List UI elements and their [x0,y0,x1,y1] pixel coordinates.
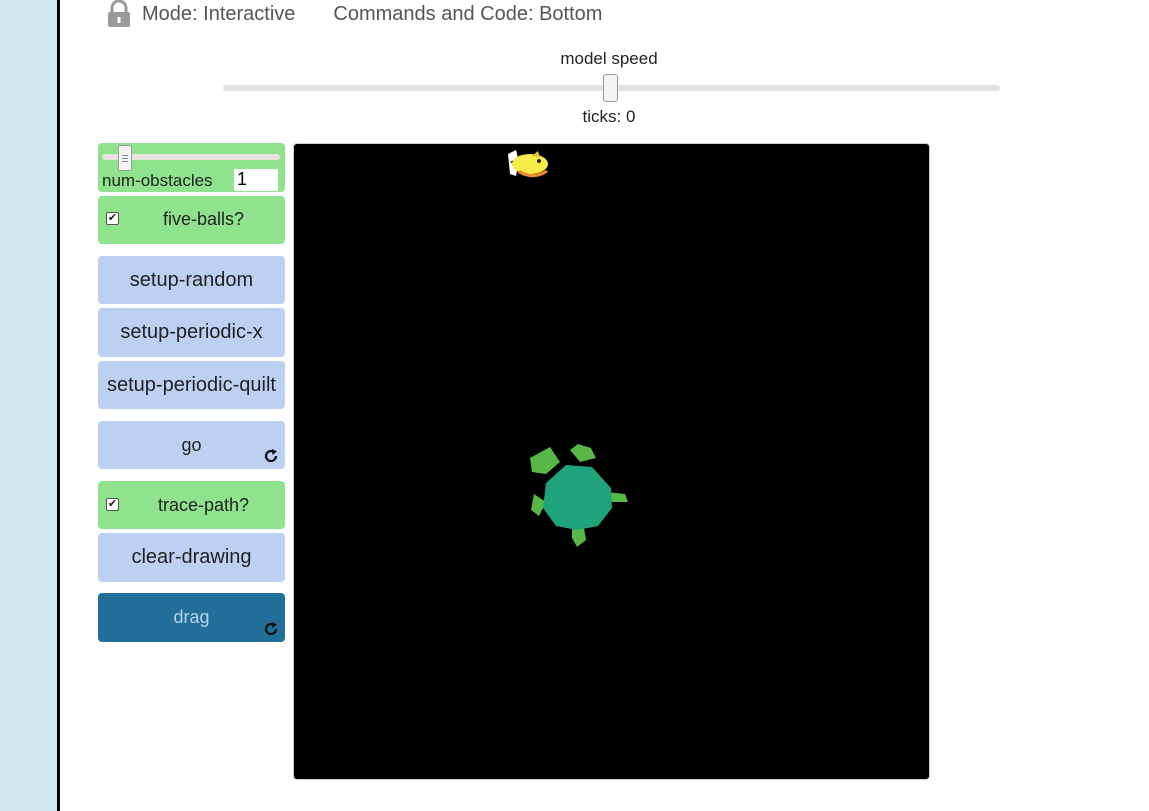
forever-icon [264,622,278,636]
drag-button[interactable]: drag [98,593,285,642]
world-canvas[interactable] [294,144,929,779]
left-panel-border [57,0,60,811]
setup-periodic-quilt-button[interactable]: setup-periodic-quilt [98,361,285,409]
num-obstacles-slider[interactable]: num-obstacles 1 [98,143,285,192]
toolbar: Mode: Interactive Commands and Code: Bot… [106,0,602,28]
clear-drawing-label: clear-drawing [131,546,252,568]
commands-position-label[interactable]: Commands and Code: Bottom [333,3,602,26]
go-button[interactable]: go [98,421,285,469]
left-panel-strip [0,0,57,811]
world-view[interactable] [293,143,930,780]
lock-icon[interactable] [106,0,132,28]
setup-periodic-quilt-label: setup-periodic-quilt [107,373,276,396]
drag-label: drag [173,607,210,627]
five-balls-label: five-balls? [162,209,245,229]
num-obstacles-thumb[interactable] [118,145,132,171]
ticks-counter: ticks: 0 [582,107,636,126]
setup-random-button[interactable]: setup-random [98,256,285,304]
setup-periodic-x-label: setup-periodic-x [120,321,263,343]
num-obstacles-value[interactable]: 1 [234,169,278,191]
five-balls-switch[interactable]: ✔ five-balls? [98,196,285,244]
go-label: go [181,434,202,455]
setup-random-label: setup-random [129,268,254,291]
five-balls-checkbox[interactable]: ✔ [106,212,119,225]
setup-periodic-x-button[interactable]: setup-periodic-x [98,308,285,357]
fish-icon [508,150,548,178]
mode-label[interactable]: Mode: Interactive [142,3,295,26]
model-speed-thumb[interactable] [603,74,618,102]
turtle-icon [530,444,628,547]
clear-drawing-button[interactable]: clear-drawing [98,533,285,582]
trace-path-checkbox[interactable]: ✔ [106,498,119,511]
num-obstacles-label: num-obstacles [102,171,213,190]
trace-path-label: trace-path? [157,495,250,515]
forever-icon [264,449,278,463]
model-speed-label: model speed [560,49,658,68]
trace-path-switch[interactable]: ✔ trace-path? [98,481,285,529]
